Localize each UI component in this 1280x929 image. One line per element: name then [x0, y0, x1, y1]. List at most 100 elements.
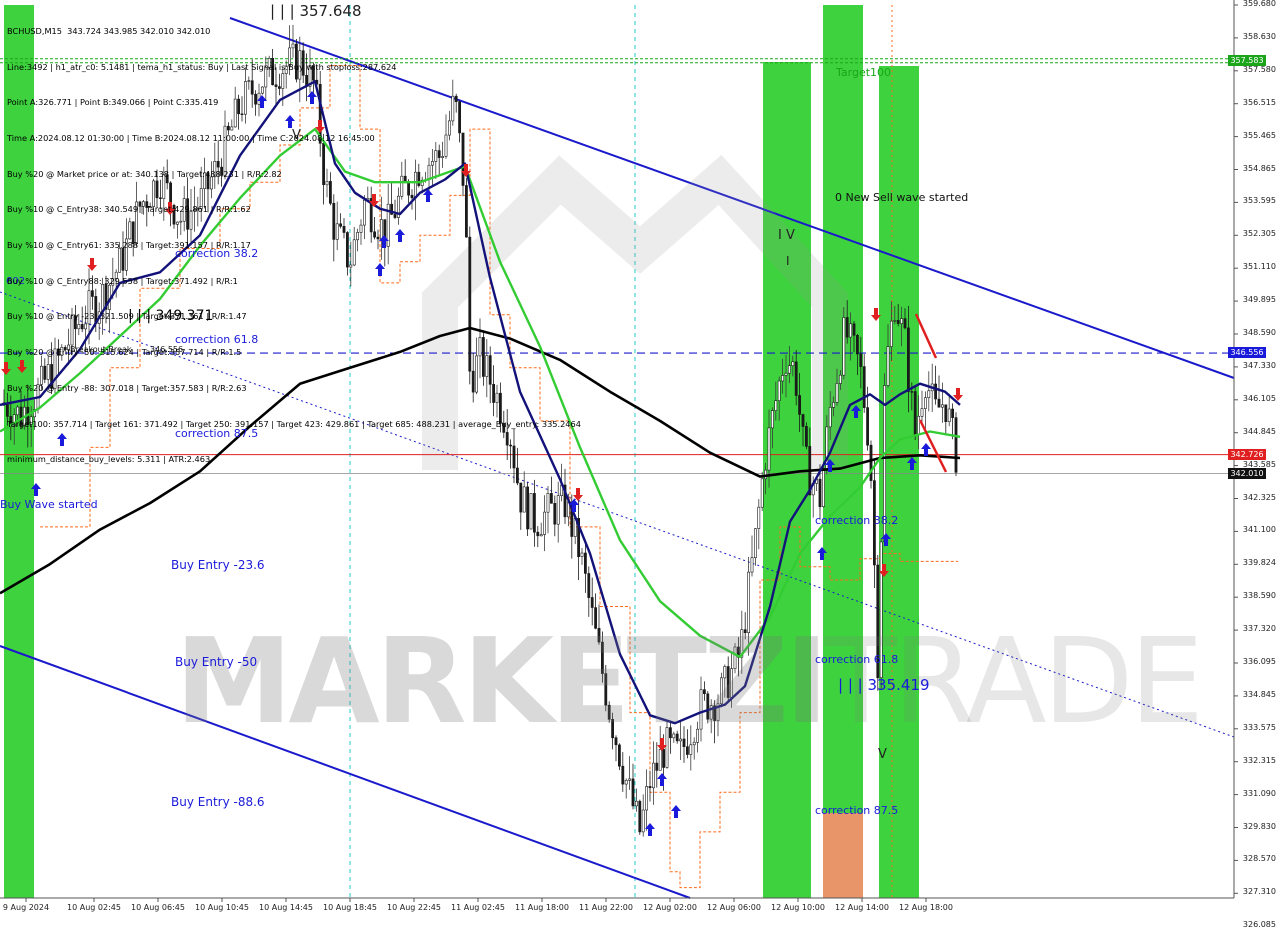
price-label: 359.680: [1242, 0, 1276, 8]
candle-body: [638, 800, 642, 833]
candle-body: [838, 374, 842, 384]
candle-body: [951, 408, 955, 418]
candle-body: [934, 383, 938, 400]
candle-body: [917, 415, 921, 435]
candle-body: [587, 573, 591, 598]
info-line: Buy %10 @ C_Entry38: 340.549 | Target:42…: [7, 204, 251, 215]
info-line: Buy %10 @ C_Entry88: 329.558 | Target:37…: [7, 275, 238, 286]
price-label: 351.110: [1242, 262, 1276, 272]
info-panel: BCHUSD,M15 343.724 343.985 342.010 342.0…: [7, 2, 581, 478]
candle-body: [549, 493, 553, 504]
candle-body: [842, 317, 846, 376]
symbol-line: BCHUSD,M15 343.724 343.985 342.010 342.0…: [7, 25, 211, 36]
candle-body: [645, 786, 649, 811]
price-label: 356.515: [1242, 97, 1276, 107]
sell-wave-label: 0 New Sell wave started: [835, 191, 969, 204]
price-label: 349.895: [1242, 295, 1276, 305]
candle-body: [886, 346, 890, 386]
candle-body: [845, 317, 849, 338]
info-line: Buy %20 @ Entry -88: 307.018 | Target:35…: [7, 382, 247, 393]
candle-body: [641, 809, 645, 833]
candle-body: [532, 493, 536, 533]
candle-body: [889, 320, 893, 347]
candle-body: [801, 414, 805, 427]
candle-body: [940, 404, 944, 408]
price-label: 333.575: [1242, 722, 1276, 732]
price-label: 342.325: [1242, 492, 1276, 502]
candle-body: [910, 391, 914, 393]
price-label: 354.865: [1242, 163, 1276, 173]
price-label: 332.315: [1242, 755, 1276, 765]
time-label: 12 Aug 14:00: [835, 903, 889, 912]
time-label: 11 Aug 18:00: [515, 903, 569, 912]
candle-body: [536, 531, 540, 537]
candle-body: [590, 597, 594, 608]
candle-body: [556, 495, 560, 525]
info-line: Buy %10 @ Entry -23: 321.509 | Target:37…: [7, 311, 247, 322]
info-line: Line:3492 | h1_atr_c0: 5.1481 | tema_h1_…: [7, 61, 397, 72]
candle-body: [519, 482, 523, 513]
candle-body: [539, 534, 543, 537]
candle-body: [546, 493, 550, 513]
candle-body: [631, 778, 635, 807]
candle-body: [583, 552, 587, 574]
info-line: Point A:326.771 | Point B:349.066 | Poin…: [7, 97, 219, 108]
info-line: minimum_distance_buy_levels: 5.311 | ATR…: [7, 454, 211, 465]
time-label: 11 Aug 02:45: [451, 903, 505, 912]
time-label: 10 Aug 02:45: [67, 903, 121, 912]
candle-body: [655, 762, 659, 771]
price-label: 327.310: [1242, 887, 1276, 897]
time-label: 12 Aug 06:00: [707, 903, 761, 912]
candle-body: [753, 528, 757, 559]
candle-body: [658, 749, 662, 771]
candle-body: [621, 765, 625, 785]
info-line: Buy %10 @ C_Entry61: 335.288 | Target:39…: [7, 240, 251, 251]
candle-body: [794, 361, 798, 396]
buy-entry-886: Buy Entry -88.6: [171, 795, 265, 809]
price-label: 339.824: [1242, 558, 1276, 568]
price-label: 352.305: [1242, 229, 1276, 239]
candle-body: [832, 402, 836, 408]
time-label: 12 Aug 18:00: [899, 903, 953, 912]
candle-body: [804, 426, 808, 447]
time-label: 9 Aug 2024: [2, 903, 50, 912]
info-line: Time A:2024.08.12 01:30:00 | Time B:2024…: [7, 132, 375, 143]
correction-382-right: correction 38.2: [815, 514, 899, 527]
price-label: 344.845: [1242, 426, 1276, 436]
candle-body: [835, 383, 839, 403]
buy-wave-label: Buy Wave started: [0, 498, 98, 511]
wave-label-iv: I V: [778, 228, 795, 243]
price-label: 329.830: [1242, 821, 1276, 831]
candle-body: [866, 407, 870, 446]
time-label: 10 Aug 18:45: [323, 903, 377, 912]
candle-body: [760, 478, 764, 508]
correction-875-right: correction 87.5: [815, 804, 899, 817]
candle-body: [944, 404, 948, 422]
price-label: 336.095: [1242, 657, 1276, 666]
price-label: 326.085: [1242, 920, 1276, 929]
price-tag: 357.583: [1228, 54, 1266, 66]
price-tag: 342.010: [1228, 467, 1266, 479]
time-label: 12 Aug 02:00: [643, 903, 697, 912]
info-line: Buy %20 @ Entry -50: 315.624 | Target:35…: [7, 347, 242, 358]
candle-body: [855, 334, 859, 355]
price-tag: 342.726: [1228, 448, 1266, 460]
green-band-1: [763, 62, 811, 898]
candle-body: [662, 749, 666, 768]
candle-body: [543, 511, 547, 535]
time-label: 12 Aug 10:00: [771, 903, 825, 912]
salmon-band: [823, 813, 863, 898]
candle-body: [750, 557, 754, 573]
candle-body: [777, 380, 781, 402]
candle-body: [634, 800, 638, 807]
time-label: 10 Aug 10:45: [195, 903, 249, 912]
target-label: Target100: [836, 66, 892, 79]
candle-body: [522, 486, 526, 513]
info-line: Buy %20 @ Market price or at: 340.138 | …: [7, 168, 282, 179]
price-label: 348.590: [1242, 328, 1276, 337]
candle-body: [954, 417, 958, 473]
price-label: 355.465: [1242, 130, 1276, 140]
candle-body: [893, 320, 897, 322]
candle-body: [900, 318, 904, 324]
candle-body: [580, 552, 584, 557]
